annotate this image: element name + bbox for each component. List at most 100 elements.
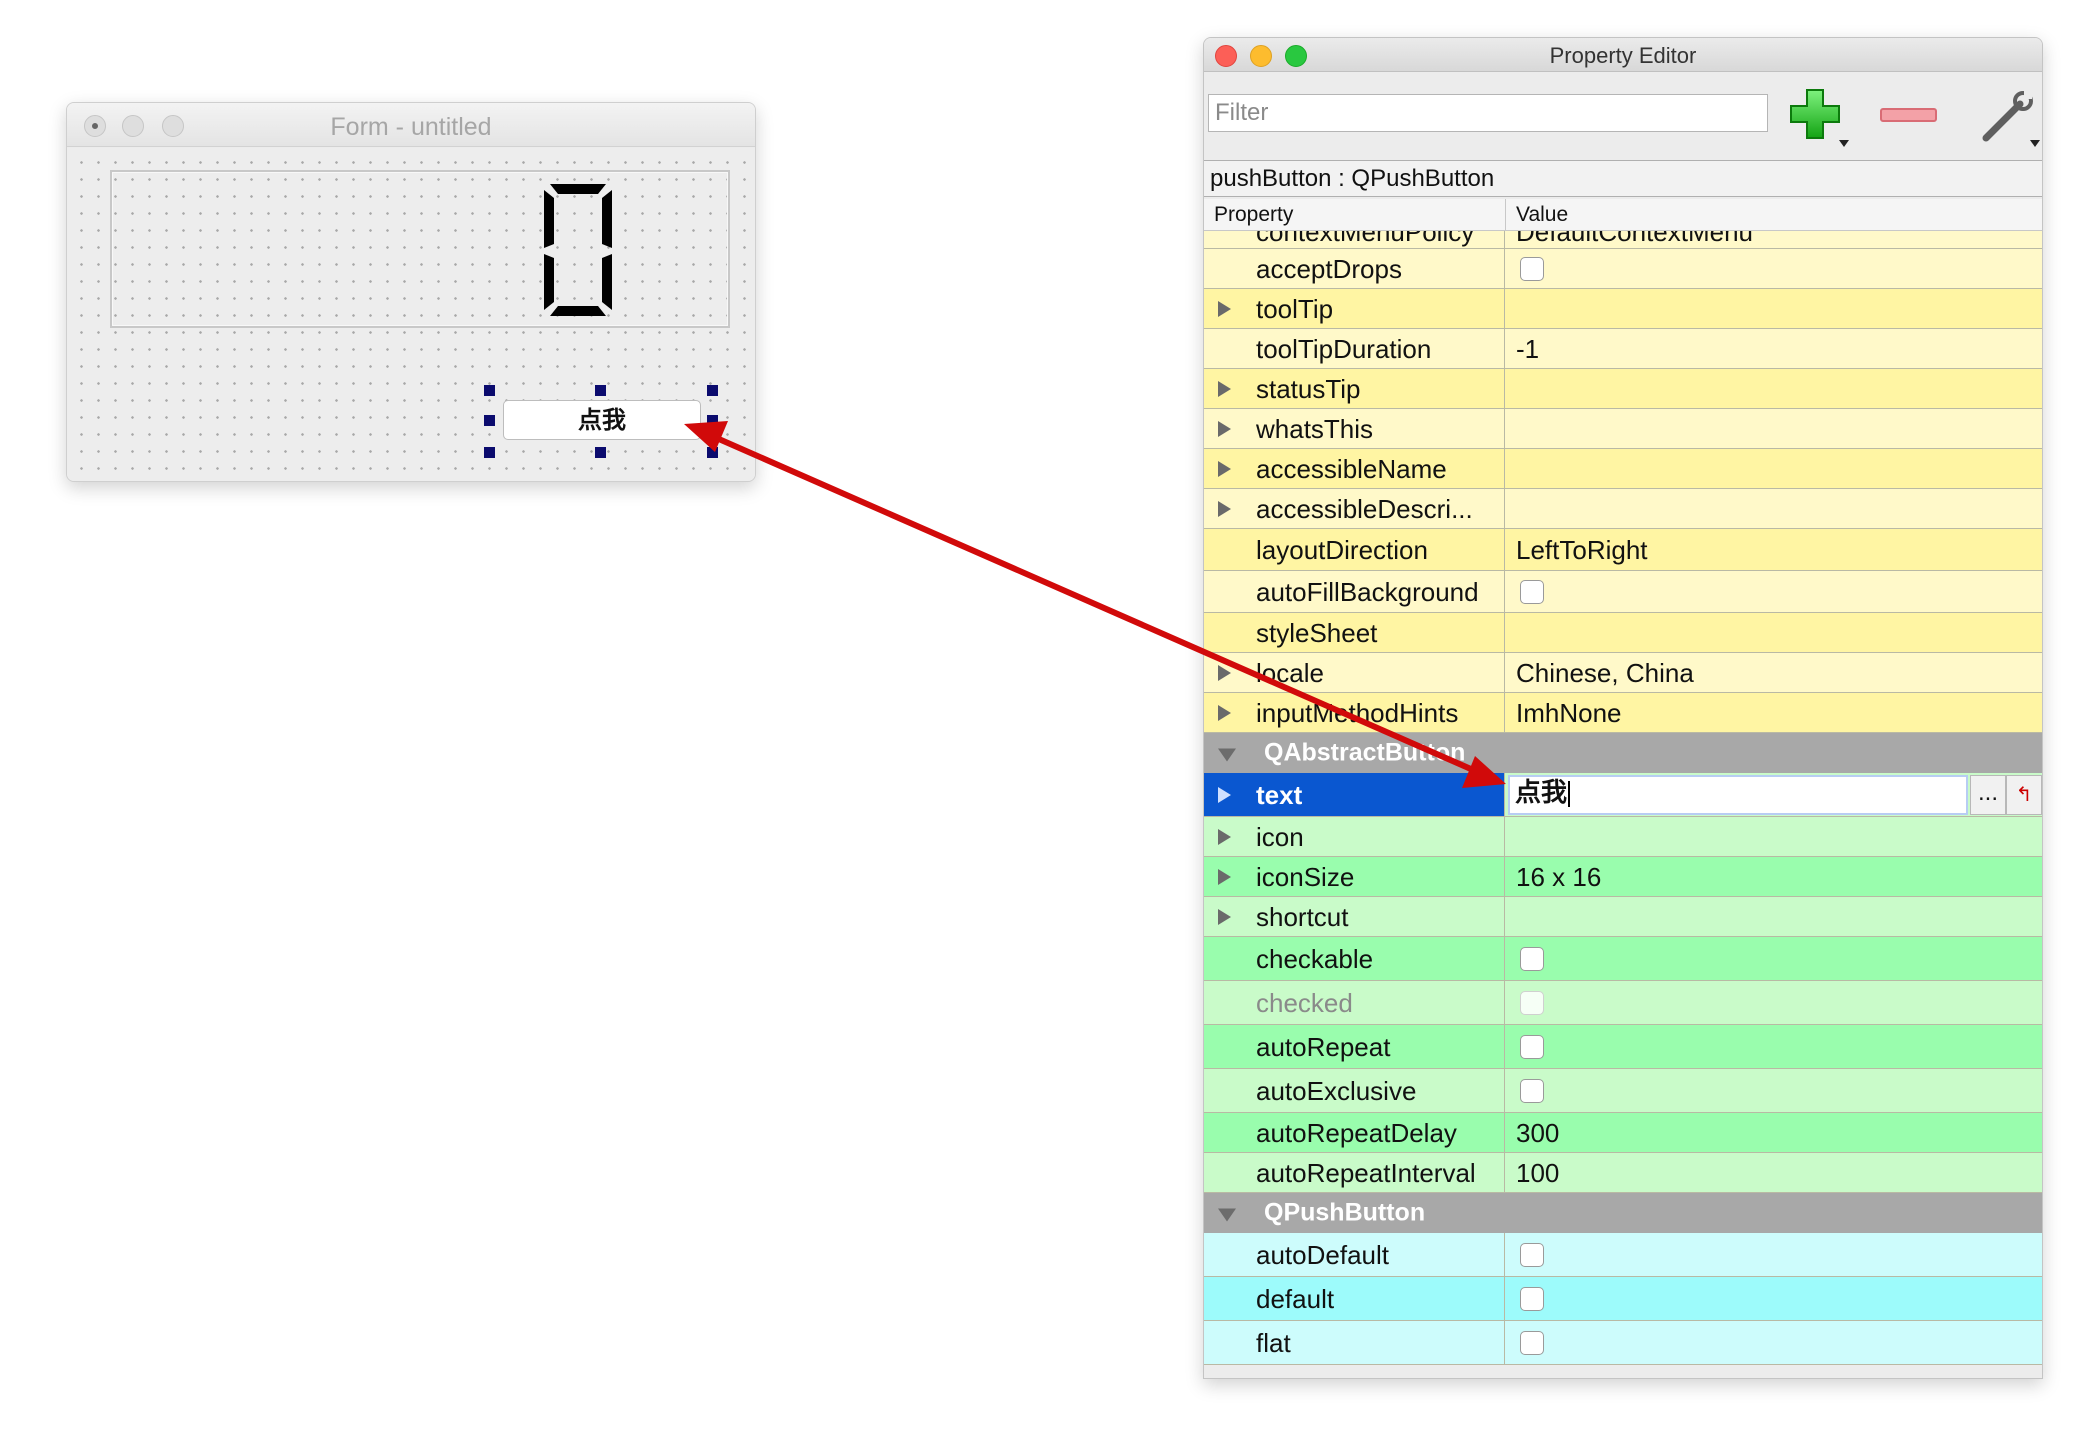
property-name: locale xyxy=(1256,657,1324,688)
property-row[interactable]: checkable xyxy=(1204,937,2042,981)
reset-icon[interactable]: ↰ xyxy=(2006,775,2042,815)
auto-default-checkbox[interactable] xyxy=(1520,1242,1544,1267)
expand-arrow-icon[interactable] xyxy=(1218,786,1231,803)
selection-handle[interactable] xyxy=(484,385,495,396)
property-row[interactable]: toolTipDuration -1 xyxy=(1204,329,2042,369)
property-name: shortcut xyxy=(1256,901,1349,932)
object-class-label: pushButton : QPushButton xyxy=(1204,160,2042,197)
section-title: QAbstractButton xyxy=(1264,738,1466,767)
property-name: default xyxy=(1256,1283,1335,1314)
text-value-editor[interactable]: 点我 xyxy=(1508,775,1968,815)
checkable-checkbox[interactable] xyxy=(1520,946,1544,971)
property-row[interactable]: locale Chinese, China xyxy=(1204,653,2042,693)
property-row[interactable]: autoExclusive xyxy=(1204,1069,2042,1113)
value-column-header[interactable]: Value xyxy=(1516,203,1568,227)
property-row[interactable]: autoDefault xyxy=(1204,1233,2042,1277)
property-value[interactable]: Chinese, China xyxy=(1516,660,1694,686)
minus-icon[interactable] xyxy=(1879,103,1939,127)
property-row[interactable]: inputMethodHints ImhNone xyxy=(1204,693,2042,733)
property-value[interactable]: LeftToRight xyxy=(1516,537,1648,563)
selection-handle[interactable] xyxy=(595,447,606,458)
push-button-widget[interactable]: 点我 xyxy=(503,400,701,440)
flat-checkbox[interactable] xyxy=(1520,1330,1544,1355)
property-row[interactable]: layoutDirection LeftToRight xyxy=(1204,529,2042,571)
property-value[interactable]: -1 xyxy=(1516,336,1539,362)
selection-handle[interactable] xyxy=(484,415,495,426)
property-list[interactable]: contextMenuPolicy DefaultContextMenu acc… xyxy=(1204,231,2042,1378)
expand-arrow-icon[interactable] xyxy=(1218,828,1231,845)
form-titlebar[interactable]: Form - untitled xyxy=(67,103,755,147)
property-row[interactable]: shortcut xyxy=(1204,897,2042,937)
property-value[interactable]: 100 xyxy=(1516,1160,1559,1186)
property-row[interactable]: flat xyxy=(1204,1321,2042,1365)
expand-arrow-icon[interactable] xyxy=(1218,420,1231,437)
expand-arrow-icon[interactable] xyxy=(1218,868,1231,885)
expand-arrow-icon[interactable] xyxy=(1218,664,1231,681)
property-name: autoExclusive xyxy=(1256,1075,1417,1106)
property-editor-window: Property Editor pushButton : QPushButton… xyxy=(1203,37,2043,1379)
property-row[interactable]: toolTip xyxy=(1204,289,2042,329)
property-value[interactable]: 300 xyxy=(1516,1120,1559,1146)
expand-arrow-icon[interactable] xyxy=(1218,908,1231,925)
property-row[interactable]: iconSize 16 x 16 xyxy=(1204,857,2042,897)
property-value[interactable]: ImhNone xyxy=(1516,700,1622,726)
selection-handle[interactable] xyxy=(707,385,718,396)
property-row[interactable]: icon xyxy=(1204,817,2042,857)
property-row[interactable]: accessibleName xyxy=(1204,449,2042,489)
expand-arrow-icon[interactable] xyxy=(1218,460,1231,477)
property-row[interactable]: whatsThis xyxy=(1204,409,2042,449)
property-editor-title: Property Editor xyxy=(1549,43,1697,68)
wrench-icon[interactable] xyxy=(1976,88,2042,150)
property-name: acceptDrops xyxy=(1256,253,1402,284)
text-value: 点我 xyxy=(1515,778,1568,808)
section-header-qpushbutton[interactable]: QPushButton xyxy=(1204,1193,2042,1233)
collapse-arrow-icon[interactable] xyxy=(1218,1208,1236,1222)
property-editor-titlebar[interactable]: Property Editor xyxy=(1204,38,2042,72)
property-row[interactable]: checked xyxy=(1204,981,2042,1025)
property-name: autoRepeatDelay xyxy=(1256,1117,1457,1148)
property-row[interactable]: default xyxy=(1204,1277,2042,1321)
property-column-header[interactable]: Property xyxy=(1214,203,1293,227)
expand-arrow-icon[interactable] xyxy=(1218,380,1231,397)
property-name: whatsThis xyxy=(1256,413,1374,444)
auto-exclusive-checkbox[interactable] xyxy=(1520,1078,1544,1103)
property-name: autoDefault xyxy=(1256,1239,1389,1270)
property-row[interactable]: autoRepeatDelay 300 xyxy=(1204,1113,2042,1153)
lcd-number-widget[interactable] xyxy=(110,170,730,328)
expand-arrow-icon[interactable] xyxy=(1218,704,1231,721)
text-caret xyxy=(1568,780,1571,807)
property-row[interactable]: autoRepeat xyxy=(1204,1025,2042,1069)
property-row[interactable]: autoRepeatInterval 100 xyxy=(1204,1153,2042,1193)
expand-arrow-icon[interactable] xyxy=(1218,300,1231,317)
edit-dialog-button[interactable]: ... xyxy=(1970,775,2006,815)
property-row[interactable]: accessibleDescri... xyxy=(1204,489,2042,529)
property-row[interactable]: statusTip xyxy=(1204,369,2042,409)
plus-icon[interactable] xyxy=(1787,86,1853,150)
property-table-header: Property Value xyxy=(1204,199,2042,231)
property-row[interactable]: contextMenuPolicy DefaultContextMenu xyxy=(1204,231,2042,249)
property-value[interactable]: DefaultContextMenu xyxy=(1516,231,1753,245)
property-name: contextMenuPolicy xyxy=(1256,231,1475,247)
selection-handle[interactable] xyxy=(484,447,495,458)
default-checkbox[interactable] xyxy=(1520,1286,1544,1311)
expand-arrow-icon[interactable] xyxy=(1218,500,1231,517)
form-canvas[interactable]: 点我 xyxy=(67,148,755,481)
property-name: statusTip xyxy=(1256,373,1361,404)
form-title: Form - untitled xyxy=(330,113,492,141)
accept-drops-checkbox[interactable] xyxy=(1520,256,1544,281)
selection-handle[interactable] xyxy=(707,415,718,426)
property-row[interactable]: acceptDrops xyxy=(1204,249,2042,289)
collapse-arrow-icon[interactable] xyxy=(1218,748,1236,762)
property-row-selected[interactable]: text 点我 ... ↰ xyxy=(1204,773,2042,817)
property-name: flat xyxy=(1256,1327,1291,1358)
section-header-qabstractbutton[interactable]: QAbstractButton xyxy=(1204,733,2042,773)
property-name: toolTip xyxy=(1256,293,1334,324)
property-row[interactable]: styleSheet xyxy=(1204,613,2042,653)
filter-input[interactable] xyxy=(1208,94,1768,132)
selection-handle[interactable] xyxy=(595,385,606,396)
property-row[interactable]: autoFillBackground xyxy=(1204,571,2042,613)
auto-fill-background-checkbox[interactable] xyxy=(1520,579,1544,604)
property-value[interactable]: 16 x 16 xyxy=(1516,864,1601,890)
selection-handle[interactable] xyxy=(707,447,718,458)
auto-repeat-checkbox[interactable] xyxy=(1520,1034,1544,1059)
